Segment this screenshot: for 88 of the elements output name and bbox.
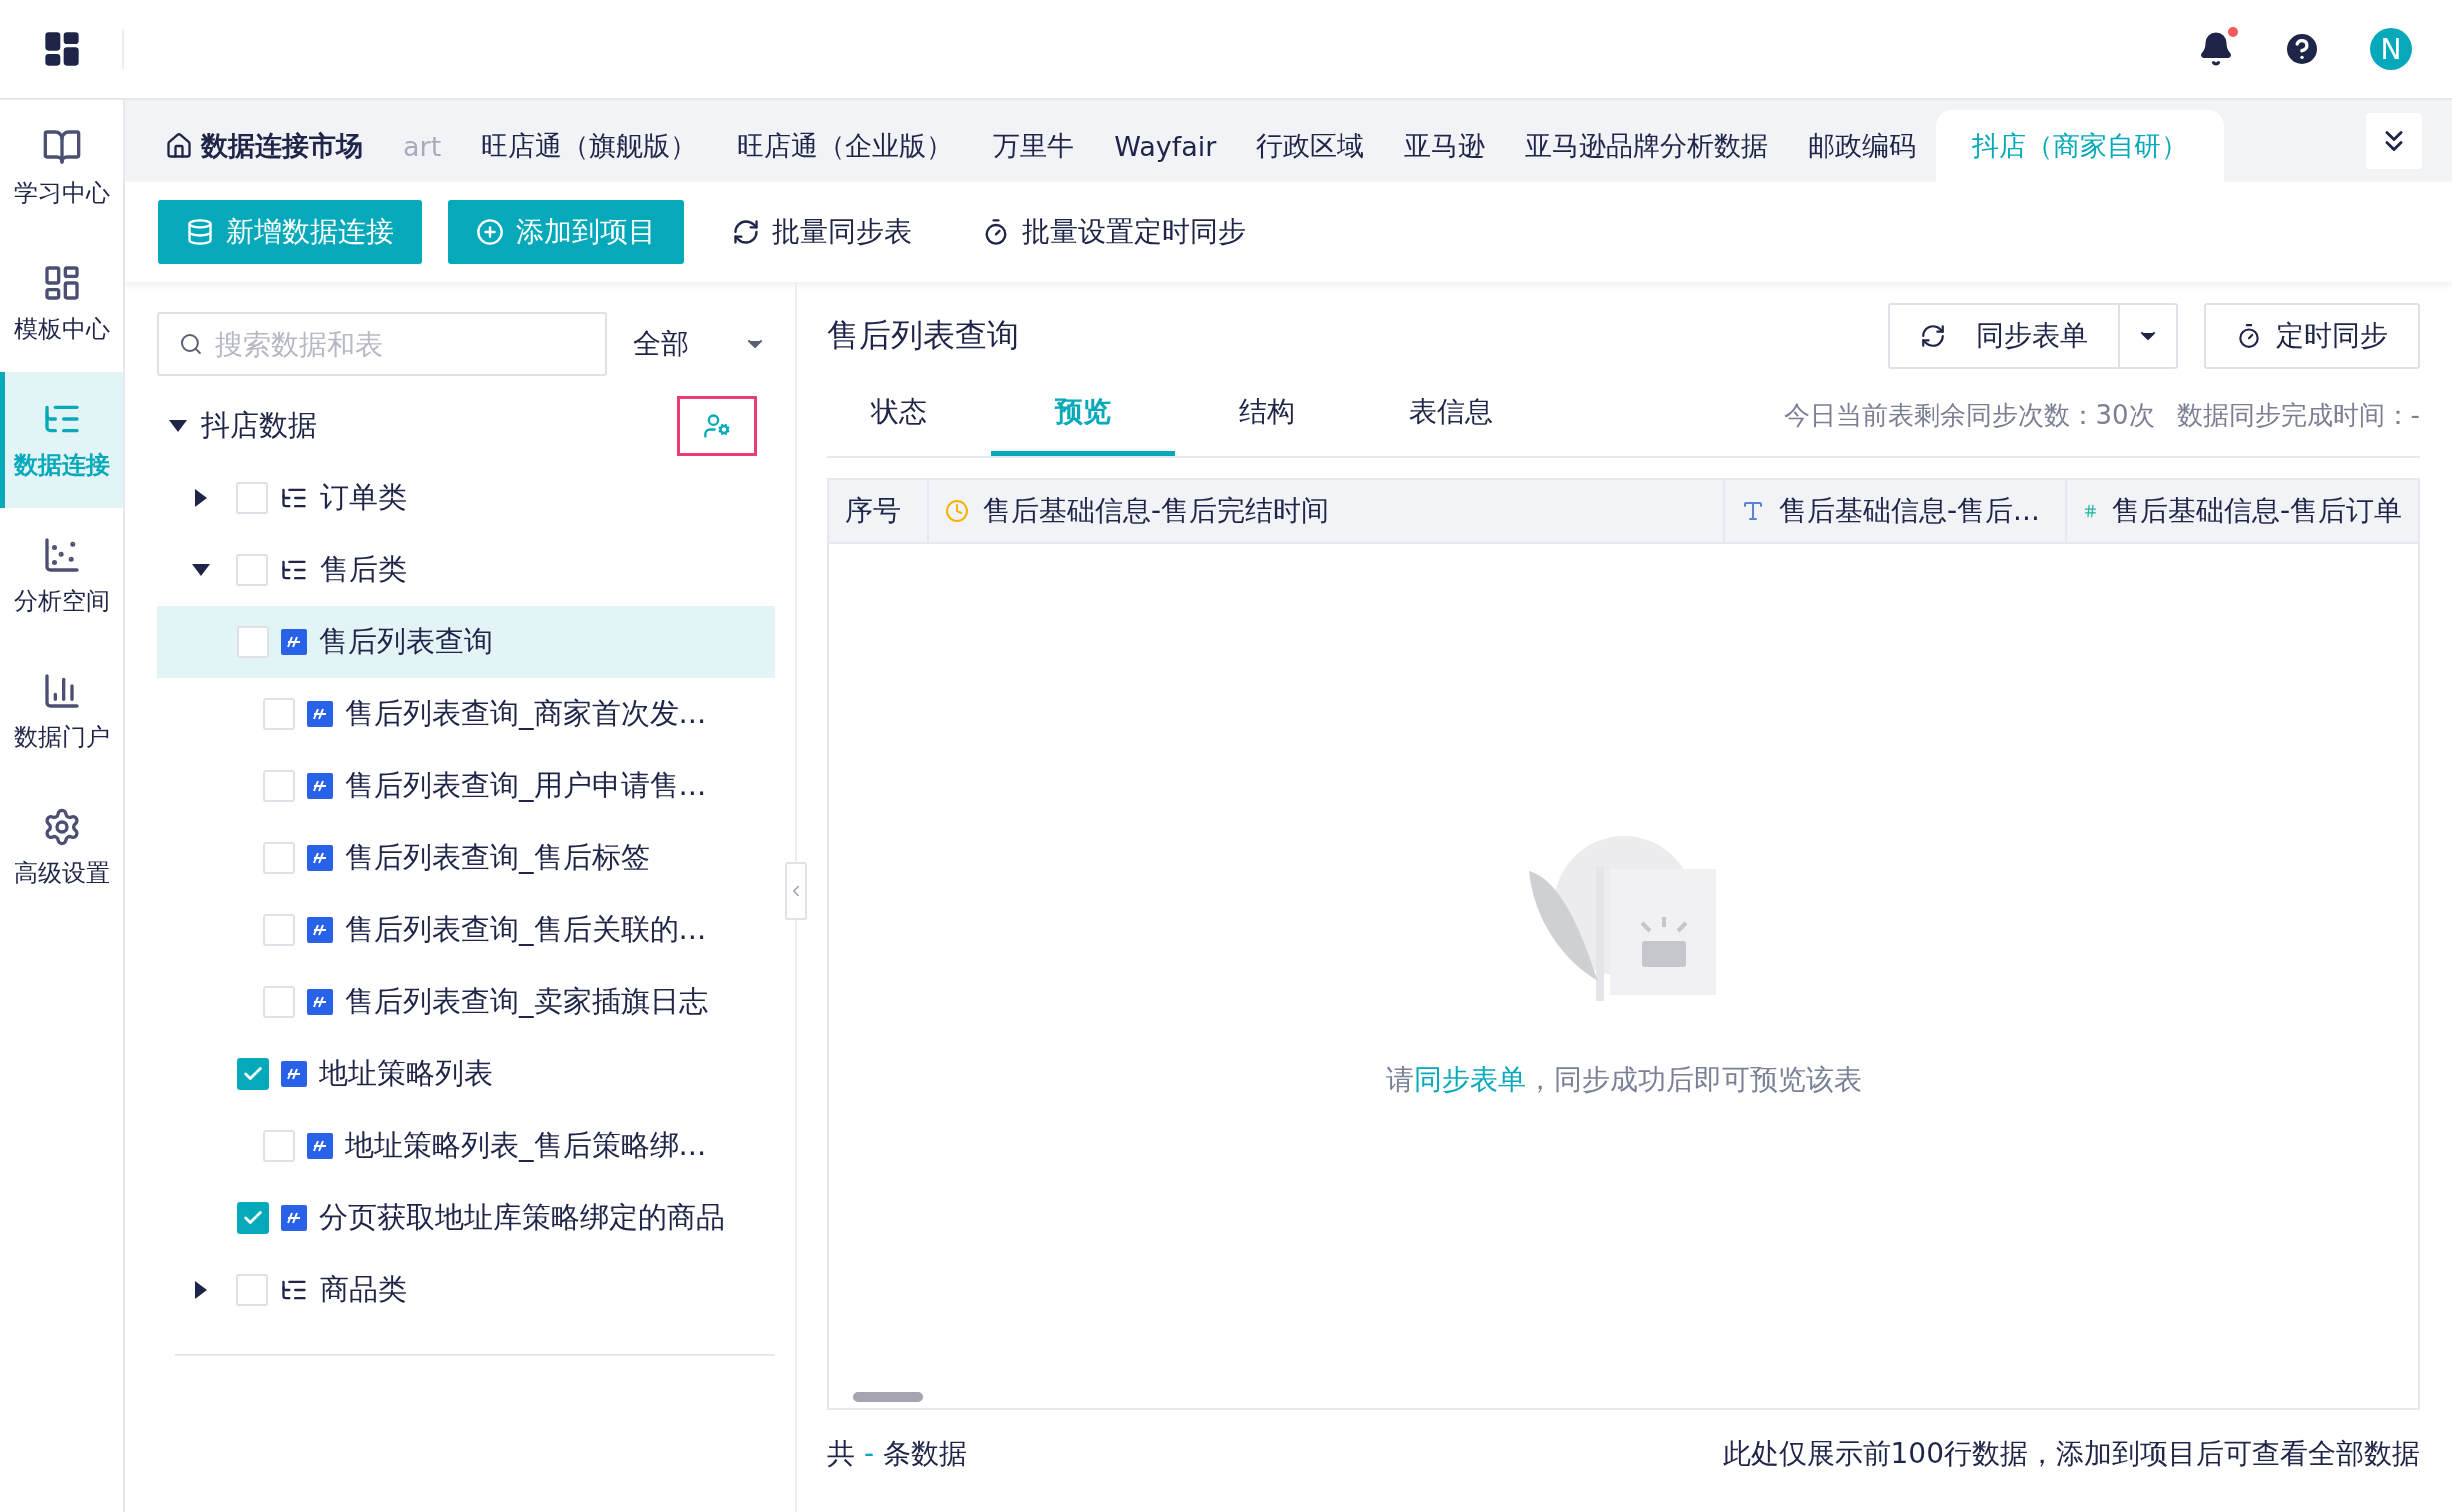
caret-icon[interactable] (195, 1281, 207, 1299)
column-header: 售后基础信息-售后... (1725, 480, 2067, 542)
row-count-text: 共 - 条数据 (827, 1436, 967, 1472)
filter-dropdown[interactable]: 全部 (627, 312, 775, 376)
column-header: 售后基础信息-售后完结时间 (929, 480, 1725, 542)
table-icon (281, 1205, 307, 1231)
checkbox[interactable] (237, 1058, 269, 1090)
tab[interactable]: 旺店通（旗舰版） (461, 110, 718, 182)
checkbox[interactable] (237, 1202, 269, 1234)
tab[interactable]: 万里牛 (973, 110, 1095, 182)
collapse-handle[interactable] (785, 862, 807, 920)
tree-row[interactable]: 订单类 (157, 462, 775, 534)
tree-label: 售后列表查询_用户申请售... (345, 767, 707, 804)
tab[interactable]: 表信息 (1359, 372, 1543, 456)
tree-label: 售后列表查询_售后标签 (345, 839, 650, 876)
tree-label: 分页获取地址库策略绑定的商品 (319, 1199, 725, 1236)
sidebar-item[interactable]: 数据门户 (0, 644, 123, 780)
sync-button[interactable]: 同步表单 (1890, 305, 2120, 367)
caret-icon[interactable] (169, 420, 187, 432)
tree-label: 售后列表查询 (319, 623, 493, 660)
tree-label: 订单类 (320, 479, 407, 516)
user-gear-icon (703, 412, 731, 440)
tree-label: 抖店数据 (201, 407, 317, 444)
permission-button[interactable] (677, 396, 757, 456)
column-header: 序号 (829, 480, 929, 542)
sidebar-item[interactable]: 高级设置 (0, 780, 123, 916)
table-title: 售后列表查询 (827, 315, 1020, 356)
tree-row[interactable]: 售后列表查询_售后标签 (157, 822, 775, 894)
search-icon (179, 331, 203, 357)
sidebar-item[interactable]: 模板中心 (0, 236, 123, 372)
tree-row[interactable]: 售后列表查询 (157, 606, 775, 678)
table-icon (307, 701, 333, 727)
tree-label: 地址策略列表_售后策略绑... (345, 1127, 707, 1164)
letter-t-icon (1741, 499, 1765, 523)
home-icon (165, 132, 193, 160)
tree-label: 地址策略列表 (319, 1055, 493, 1092)
tree-row[interactable]: 售后列表查询_商家首次发... (157, 678, 775, 750)
table-icon (307, 989, 333, 1015)
scrollbar-thumb[interactable] (853, 1392, 923, 1402)
clock-icon (945, 499, 969, 523)
schedule-button[interactable]: 定时同步 (2204, 303, 2420, 369)
tree-label: 售后列表查询_商家首次发... (345, 695, 707, 732)
table-icon (281, 1061, 307, 1087)
tree-row[interactable]: 地址策略列表_售后策略绑... (157, 1110, 775, 1182)
tree-row[interactable]: 售后列表查询_卖家插旗日志 (157, 966, 775, 1038)
caret-icon[interactable] (192, 564, 210, 576)
toolbar-button[interactable]: 批量同步表 (710, 200, 934, 264)
refresh-icon (732, 218, 760, 246)
tree-row[interactable]: 售后列表查询_售后关联的... (157, 894, 775, 966)
tree-row[interactable]: 售后列表查询_用户申请售... (157, 750, 775, 822)
tab[interactable]: 亚马逊品牌分析数据 (1505, 110, 1789, 182)
sidebar-item[interactable]: 分析空间 (0, 508, 123, 644)
tree-label: 售后列表查询_售后关联的... (345, 911, 707, 948)
tree-label: 商品类 (320, 1271, 407, 1308)
table-icon (307, 1133, 333, 1159)
sidebar-item[interactable]: 学习中心 (0, 100, 123, 236)
timer-icon (2236, 323, 2262, 349)
tab[interactable]: 邮政编码 (1788, 110, 1937, 182)
tab[interactable]: 状态 (807, 372, 991, 456)
tree-label: 售后列表查询_卖家插旗日志 (345, 983, 708, 1020)
apps-icon[interactable] (42, 29, 82, 69)
plus-icon (476, 218, 504, 246)
tree-label: 售后类 (320, 551, 407, 588)
column-header: 售后基础信息-售后订单 (2067, 480, 2418, 542)
table-icon (307, 773, 333, 799)
tree-row[interactable]: 分页获取地址库策略绑定的商品 (157, 1182, 775, 1254)
tree-row[interactable]: 地址策略列表 (157, 1038, 775, 1110)
search-field[interactable]: 搜索数据和表 (157, 312, 607, 376)
tab[interactable]: 亚马逊 (1384, 110, 1506, 182)
refresh-icon (1920, 323, 1946, 349)
table-icon (307, 845, 333, 871)
tab[interactable]: Wayfair (1094, 110, 1237, 182)
tree-row[interactable]: 售后类 (157, 534, 775, 606)
more-tabs-button[interactable] (2366, 113, 2422, 169)
toolbar-button[interactable]: 批量设置定时同步 (960, 200, 1268, 264)
tab[interactable]: 行政区域 (1236, 110, 1385, 182)
preview-note: 此处仅展示前100行数据，添加到项目后可查看全部数据 (1722, 1436, 2420, 1472)
database-icon (186, 218, 214, 246)
tab[interactable]: 旺店通（企业版） (717, 110, 974, 182)
empty-message: 请同步表单，同步成功后即可预览该表 (1385, 1062, 1862, 1098)
tree-row[interactable]: 商品类 (157, 1254, 775, 1326)
sync-count-text: 今日当前表剩余同步次数：30次 (1783, 398, 2155, 432)
sync-time-text: 数据同步完成时间：- (2176, 398, 2420, 432)
tab[interactable]: 结构 (1175, 372, 1359, 456)
caret-icon[interactable] (195, 489, 207, 507)
tab[interactable]: 数据连接市场 (145, 110, 383, 182)
table-icon (307, 917, 333, 943)
table-icon (281, 629, 307, 655)
